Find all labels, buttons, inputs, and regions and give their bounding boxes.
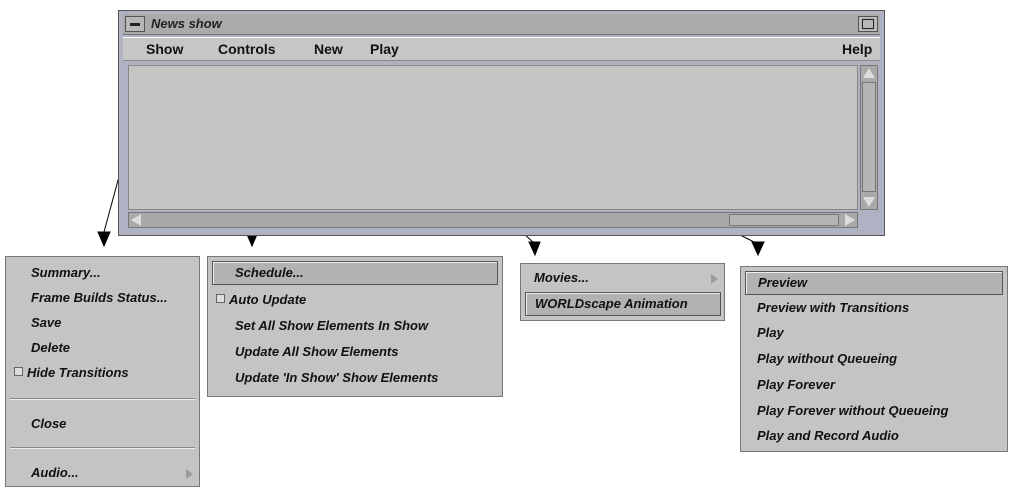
scroll-down-icon[interactable] xyxy=(863,197,875,207)
vertical-scroll-thumb[interactable] xyxy=(862,82,876,192)
scroll-up-icon[interactable] xyxy=(863,68,875,78)
menu-new[interactable]: New xyxy=(314,41,343,57)
play-menu-play-forever-without-queueing[interactable]: Play Forever without Queueing xyxy=(757,403,948,418)
news-show-window: News show Show Controls New Play Help xyxy=(118,10,885,236)
callout-arrow-show xyxy=(97,231,111,248)
menu-controls[interactable]: Controls xyxy=(218,41,276,57)
show-menu: Summary... Frame Builds Status... Save D… xyxy=(5,256,200,487)
show-menu-summary[interactable]: Summary... xyxy=(31,265,101,280)
show-menu-hide-transitions[interactable]: Hide Transitions xyxy=(14,365,129,380)
play-menu: Preview Preview with Transitions Play Pl… xyxy=(740,266,1008,452)
cascade-arrow-icon xyxy=(186,469,193,479)
scroll-left-icon[interactable] xyxy=(131,214,141,226)
show-menu-close[interactable]: Close xyxy=(31,416,66,431)
new-menu-movies[interactable]: Movies... xyxy=(534,270,589,285)
controls-menu: Schedule... Auto Update Set All Show Ele… xyxy=(207,256,503,397)
controls-menu-update-in-show[interactable]: Update 'In Show' Show Elements xyxy=(235,370,438,385)
play-menu-play-forever[interactable]: Play Forever xyxy=(757,377,835,392)
controls-menu-update-all[interactable]: Update All Show Elements xyxy=(235,344,399,359)
show-menu-delete[interactable]: Delete xyxy=(31,340,70,355)
separator xyxy=(10,447,195,449)
menu-help[interactable]: Help xyxy=(842,41,872,57)
window-title: News show xyxy=(151,16,222,31)
scroll-right-icon[interactable] xyxy=(845,214,855,226)
controls-menu-auto-update[interactable]: Auto Update xyxy=(216,292,306,307)
menu-show[interactable]: Show xyxy=(146,41,183,57)
play-menu-play-and-record-audio[interactable]: Play and Record Audio xyxy=(757,428,899,443)
controls-menu-schedule[interactable]: Schedule... xyxy=(212,261,498,285)
callout-arrow-play xyxy=(751,241,765,257)
play-menu-preview[interactable]: Preview xyxy=(745,271,1003,295)
menu-bar: Show Controls New Play Help xyxy=(123,37,880,61)
horizontal-scrollbar[interactable] xyxy=(128,212,858,228)
window-menu-button[interactable] xyxy=(125,16,145,32)
title-bar[interactable]: News show xyxy=(123,14,880,35)
callout-arrow-new xyxy=(528,241,541,257)
menu-play[interactable]: Play xyxy=(370,41,399,57)
content-area[interactable] xyxy=(128,65,858,210)
horizontal-scroll-thumb[interactable] xyxy=(729,214,839,226)
separator xyxy=(10,398,195,400)
maximize-button[interactable] xyxy=(858,16,878,32)
vertical-scrollbar[interactable] xyxy=(860,65,878,210)
play-menu-play-without-queueing[interactable]: Play without Queueing xyxy=(757,351,897,366)
controls-menu-set-all[interactable]: Set All Show Elements In Show xyxy=(235,318,428,333)
show-menu-frame-builds-status[interactable]: Frame Builds Status... xyxy=(31,290,168,305)
show-menu-save[interactable]: Save xyxy=(31,315,61,330)
hide-transitions-label: Hide Transitions xyxy=(27,365,129,380)
checkbox-icon[interactable] xyxy=(216,294,225,303)
auto-update-label: Auto Update xyxy=(229,292,307,307)
play-menu-preview-with-transitions[interactable]: Preview with Transitions xyxy=(757,300,909,315)
checkbox-icon[interactable] xyxy=(14,367,23,376)
cascade-arrow-icon xyxy=(711,274,718,284)
play-menu-play[interactable]: Play xyxy=(757,325,784,340)
show-menu-audio[interactable]: Audio... xyxy=(31,465,79,480)
new-menu-worldscape[interactable]: WORLDscape Animation xyxy=(525,292,721,316)
new-menu: Movies... WORLDscape Animation xyxy=(520,263,725,321)
